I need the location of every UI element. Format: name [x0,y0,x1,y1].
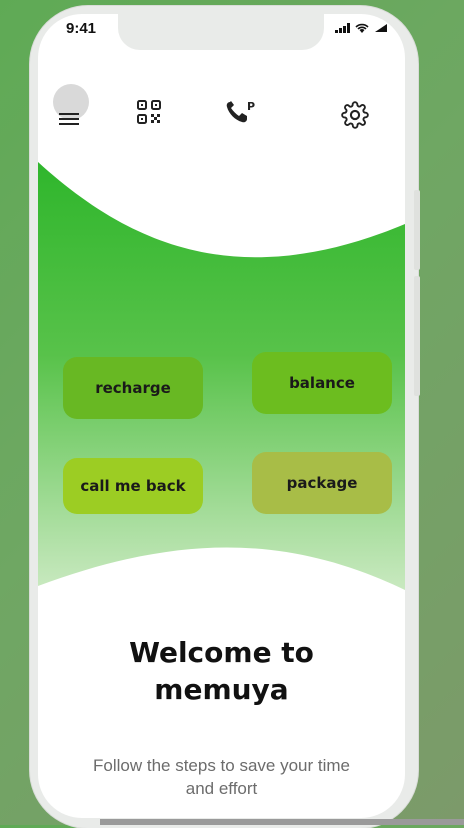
welcome-line-2: memuya [154,673,289,706]
battery-icon [375,24,387,32]
status-icons [335,23,389,33]
wifi-icon [355,23,369,33]
recharge-button[interactable]: recharge [63,357,203,419]
call-me-back-button[interactable]: call me back [63,458,203,514]
side-button [414,276,420,396]
balance-button[interactable]: balance [252,352,392,414]
welcome-line-1: Welcome to [129,636,314,669]
notch [118,14,324,50]
phone-screen: 9:41 P recharge balance call me back pac… [38,14,405,818]
welcome-subtitle: Follow the steps to save your time and e… [93,756,351,798]
phone-p-icon[interactable]: P [224,98,260,124]
signal-icon [335,23,350,33]
phone-badge-letter: P [247,100,255,113]
welcome-title: Welcome to memuya [38,634,405,708]
qr-code-icon[interactable] [135,100,163,124]
status-time: 9:41 [66,20,97,37]
side-button [414,190,420,270]
package-button[interactable]: package [252,452,392,514]
settings-icon[interactable] [340,100,370,130]
menu-icon[interactable] [58,111,80,127]
home-indicator [100,819,464,825]
